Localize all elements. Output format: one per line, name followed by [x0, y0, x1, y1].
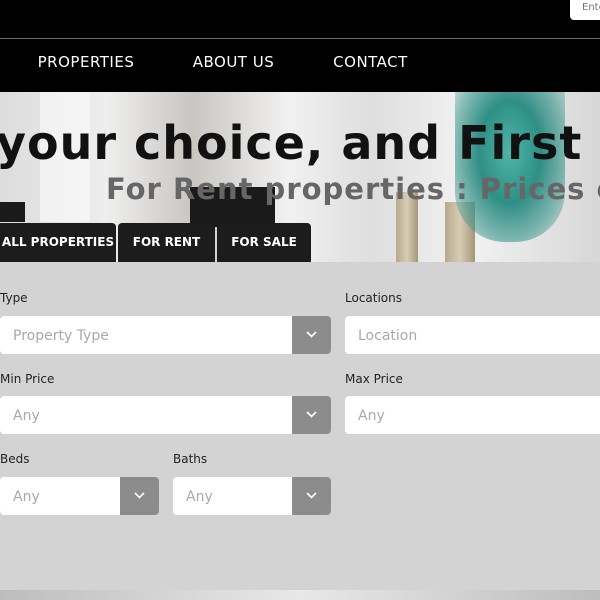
min-price-label: Min Price	[0, 372, 55, 386]
nav-item-contact[interactable]: CONTACT	[318, 39, 423, 87]
header-search-input[interactable]	[570, 0, 600, 20]
max-price-label: Max Price	[345, 372, 403, 386]
nav-item-properties[interactable]: PROPERTIES	[12, 39, 160, 87]
baths-value: Any	[186, 489, 213, 505]
hero-title: your choice, and First Riv	[0, 116, 600, 170]
main-nav: PROPERTIES ABOUT US CONTACT	[0, 39, 600, 92]
type-label: Type	[0, 291, 28, 305]
beds-value: Any	[13, 489, 40, 505]
nav-item-about-us[interactable]: ABOUT US	[180, 39, 287, 87]
location-select[interactable]: Location	[345, 316, 600, 354]
min-price-select[interactable]: Any	[0, 396, 331, 434]
beds-label: Beds	[0, 452, 30, 466]
baths-label: Baths	[173, 452, 208, 466]
tab-all-properties[interactable]: ALL PROPERTIES	[0, 223, 116, 262]
chevron-down-icon[interactable]	[292, 477, 331, 515]
location-value: Location	[358, 328, 418, 344]
property-type-select[interactable]: Property Type	[0, 316, 331, 354]
max-price-select[interactable]: Any	[345, 396, 600, 434]
chevron-down-icon[interactable]	[120, 477, 159, 515]
baths-select[interactable]: Any	[173, 477, 331, 515]
min-price-value: Any	[13, 408, 40, 424]
hero-subtitle: For Rent properties : Prices on a	[106, 172, 600, 206]
tab-for-sale[interactable]: FOR SALE	[217, 223, 311, 262]
property-type-value: Property Type	[13, 328, 109, 344]
hero-furniture-left	[0, 202, 25, 222]
locations-label: Locations	[345, 291, 403, 305]
page-bottom-strip	[0, 590, 600, 600]
max-price-value: Any	[358, 408, 385, 424]
beds-select[interactable]: Any	[0, 477, 159, 515]
chevron-down-icon[interactable]	[292, 316, 331, 354]
tab-for-rent[interactable]: FOR RENT	[118, 223, 215, 262]
search-panel: Type Property Type Locations Location Mi…	[0, 262, 600, 600]
chevron-down-icon[interactable]	[292, 396, 331, 434]
top-bar	[0, 0, 600, 38]
